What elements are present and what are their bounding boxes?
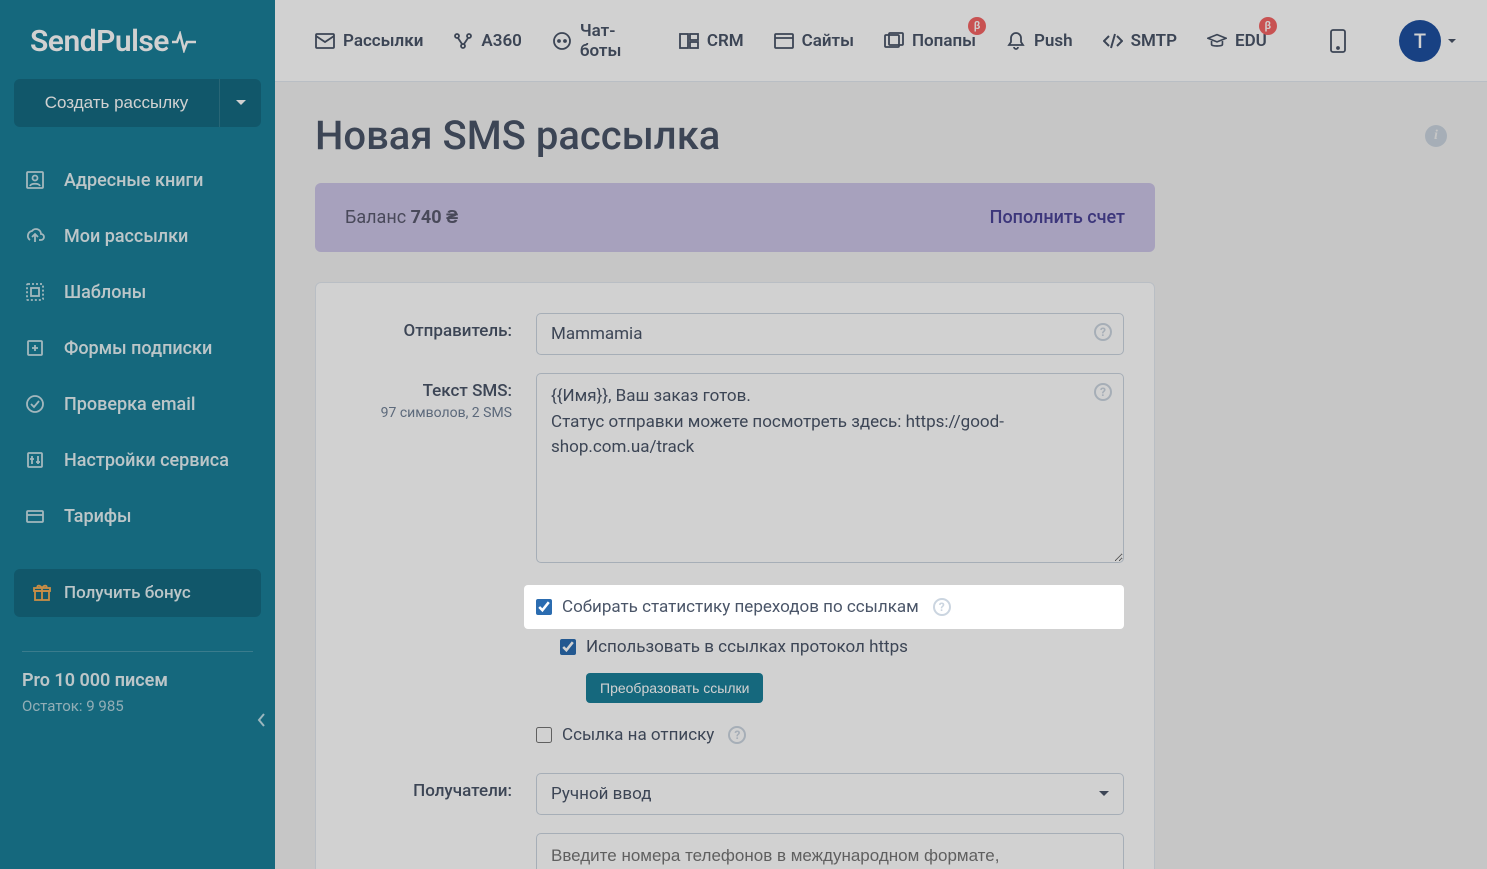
form-icon — [24, 337, 46, 359]
sidebar-nav: Адресные книги Мои рассылки Шаблоны Форм… — [0, 147, 275, 549]
sidebar-item-label: Мои рассылки — [64, 226, 188, 247]
https-row: Использовать в ссылках протокол https — [560, 629, 1124, 665]
sidebar-item-label: Тарифы — [64, 506, 132, 527]
plan-balance: Остаток: 9 985 — [22, 697, 253, 715]
plan-info: Pro 10 000 писем Остаток: 9 985 — [0, 670, 275, 733]
page-title: Новая SMS рассылка — [315, 112, 720, 159]
sidebar-item-email-check[interactable]: Проверка email — [0, 377, 275, 431]
https-label: Использовать в ссылках протокол https — [586, 637, 908, 657]
balance-text: Баланс 740 ₴ — [345, 207, 458, 228]
beta-badge: β — [1259, 17, 1277, 35]
help-icon[interactable]: ? — [933, 598, 951, 616]
track-links-row: Собирать статистику переходов по ссылкам… — [524, 585, 1124, 629]
topnav-smtp[interactable]: SMTP — [1103, 31, 1177, 51]
sidebar-item-subscription-forms[interactable]: Формы подписки — [0, 321, 275, 375]
bonus-label: Получить бонус — [64, 583, 191, 603]
collapse-sidebar-button[interactable] — [257, 712, 267, 728]
layout-icon — [774, 31, 794, 51]
sidebar-item-label: Адресные книги — [64, 170, 203, 191]
sidebar-item-label: Формы подписки — [64, 338, 212, 359]
sidebar-item-my-campaigns[interactable]: Мои рассылки — [0, 209, 275, 263]
sidebar-item-label: Проверка email — [64, 394, 195, 415]
recipients-select[interactable]: Ручной ввод — [536, 773, 1124, 815]
help-icon[interactable]: ? — [1094, 383, 1112, 401]
mobile-icon[interactable] — [1327, 27, 1349, 55]
crm-icon — [679, 31, 699, 51]
topnav: Рассылки A360 Чат-боты CRM Сайты Попапы — [275, 0, 1487, 82]
sidebar-item-address-books[interactable]: Адресные книги — [0, 153, 275, 207]
recipients-label: Получатели: — [413, 781, 512, 801]
content: Новая SMS рассылка i Баланс 740 ₴ Пополн… — [275, 82, 1487, 869]
upload-icon — [24, 225, 46, 247]
sidebar-item-label: Настройки сервиса — [64, 450, 229, 471]
topnav-edu[interactable]: EDU β — [1207, 31, 1267, 51]
beta-badge: β — [968, 17, 986, 35]
code-icon — [1103, 31, 1123, 51]
topnav-crm[interactable]: CRM — [679, 31, 744, 51]
template-icon — [24, 281, 46, 303]
topnav-campaigns[interactable]: Рассылки — [315, 31, 423, 51]
brand-logo[interactable]: SendPulse — [0, 0, 275, 79]
form-card: Отправитель: ? Текст SMS: 97 символов, 2… — [315, 282, 1155, 869]
convert-links-button[interactable]: Преобразовать ссылки — [586, 673, 763, 703]
unsubscribe-row: Ссылка на отписку ? — [536, 717, 1124, 753]
https-checkbox[interactable] — [560, 639, 576, 655]
avatar: Т — [1399, 20, 1441, 62]
book-icon — [24, 169, 46, 191]
mortarboard-icon — [1207, 31, 1227, 51]
unsubscribe-label: Ссылка на отписку — [562, 725, 714, 745]
sidebar: SendPulse Создать рассылку Адресные книг… — [0, 0, 275, 869]
create-campaign-dropdown[interactable] — [219, 79, 261, 127]
sidebar-item-templates[interactable]: Шаблоны — [0, 265, 275, 319]
pulse-icon — [171, 31, 197, 53]
mail-icon — [315, 31, 335, 51]
user-menu[interactable]: Т — [1399, 20, 1457, 62]
chevron-down-icon — [1447, 38, 1457, 44]
topnav-chatbots[interactable]: Чат-боты — [552, 21, 649, 61]
sliders-icon — [24, 449, 46, 471]
phone-numbers-input[interactable] — [536, 833, 1124, 869]
track-links-checkbox[interactable] — [536, 599, 552, 615]
topnav-popups[interactable]: Попапы β — [884, 31, 976, 51]
info-icon[interactable]: i — [1425, 125, 1447, 147]
sms-text-label: Текст SMS: — [423, 381, 512, 401]
sender-label: Отправитель: — [404, 321, 512, 341]
card-icon — [24, 505, 46, 527]
track-links-label: Собирать статистику переходов по ссылкам — [562, 597, 919, 617]
balance-bar: Баланс 740 ₴ Пополнить счет — [315, 183, 1155, 252]
flow-icon — [453, 31, 473, 51]
popup-icon — [884, 31, 904, 51]
main: Рассылки A360 Чат-боты CRM Сайты Попапы — [275, 0, 1487, 869]
brand-text: SendPulse — [30, 24, 169, 59]
plan-name: Pro 10 000 писем — [22, 670, 253, 691]
topnav-a360[interactable]: A360 — [453, 31, 521, 51]
sms-counter: 97 символов, 2 SMS — [316, 405, 512, 421]
topnav-sites[interactable]: Сайты — [774, 31, 854, 51]
create-campaign-button[interactable]: Создать рассылку — [14, 79, 219, 127]
help-icon[interactable]: ? — [728, 726, 746, 744]
unsubscribe-checkbox[interactable] — [536, 727, 552, 743]
sidebar-item-service-settings[interactable]: Настройки сервиса — [0, 433, 275, 487]
topup-link[interactable]: Пополнить счет — [990, 207, 1125, 228]
sidebar-item-label: Шаблоны — [64, 282, 146, 303]
bell-icon — [1006, 31, 1026, 51]
divider — [22, 651, 253, 652]
chat-icon — [552, 31, 572, 51]
sidebar-item-pricing[interactable]: Тарифы — [0, 489, 275, 543]
check-circle-icon — [24, 393, 46, 415]
sender-input[interactable] — [536, 313, 1124, 355]
gift-icon — [32, 583, 52, 603]
sms-textarea[interactable]: {{Имя}}, Ваш заказ готов. Статус отправк… — [536, 373, 1124, 563]
help-icon[interactable]: ? — [1094, 323, 1112, 341]
get-bonus-button[interactable]: Получить бонус — [14, 569, 261, 617]
topnav-push[interactable]: Push — [1006, 31, 1073, 51]
